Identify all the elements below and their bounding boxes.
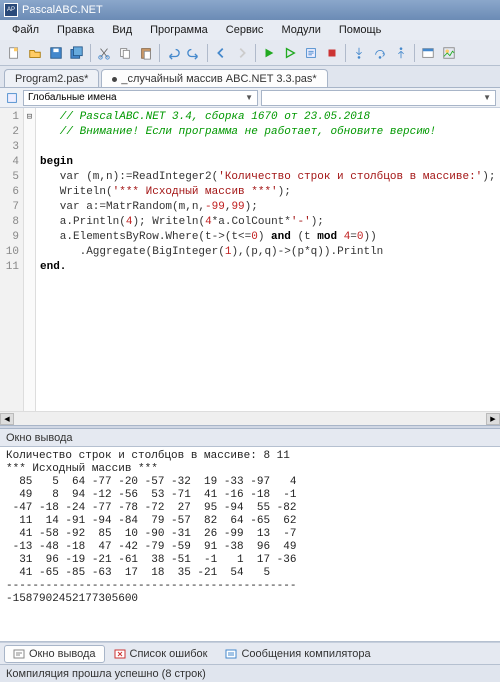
- step-over-icon[interactable]: [370, 43, 390, 63]
- form-designer-icon[interactable]: [418, 43, 438, 63]
- app-icon: AP: [4, 3, 18, 17]
- file-tab[interactable]: Program2.pas*: [4, 69, 99, 87]
- menu-program[interactable]: Программа: [142, 22, 216, 38]
- menu-file[interactable]: Файл: [4, 22, 47, 38]
- errors-icon: [114, 648, 126, 660]
- line-number-gutter: 1234567891011: [0, 108, 24, 411]
- code-editor[interactable]: 1234567891011 ⊟ // PascalABC.NET 3.4, сб…: [0, 108, 500, 411]
- nav-forward-icon[interactable]: [232, 43, 252, 63]
- bottom-tab-compiler[interactable]: Сообщения компилятора: [216, 645, 379, 663]
- window-title: PascalABC.NET: [22, 4, 103, 16]
- toolbar-separator: [207, 44, 208, 62]
- navigation-bar: Глобальные имена ▼ ▼: [0, 88, 500, 108]
- nav-back-icon[interactable]: [211, 43, 231, 63]
- undo-icon[interactable]: [163, 43, 183, 63]
- status-text: Компиляция прошла успешно (8 строк): [6, 668, 206, 680]
- output-title: Окно вывода: [6, 432, 73, 444]
- stop-icon[interactable]: [322, 43, 342, 63]
- compiler-icon: [225, 648, 237, 660]
- file-tab-active[interactable]: _случайный массив ABC.NET 3.3.pas*: [101, 69, 327, 87]
- toolbar-separator: [345, 44, 346, 62]
- scope-combo[interactable]: Глобальные имена ▼: [23, 90, 258, 106]
- cut-icon[interactable]: [94, 43, 114, 63]
- editor-h-scrollbar[interactable]: ◀ ▶: [0, 411, 500, 425]
- scroll-left-icon[interactable]: ◀: [0, 413, 14, 425]
- open-file-icon[interactable]: [25, 43, 45, 63]
- tab-label: Список ошибок: [130, 648, 208, 660]
- toolbar-separator: [414, 44, 415, 62]
- tab-label: _случайный массив ABC.NET 3.3.pas*: [121, 73, 316, 85]
- titlebar: AP PascalABC.NET: [0, 0, 500, 20]
- modified-dot-icon: [112, 77, 117, 82]
- draw-icon[interactable]: [439, 43, 459, 63]
- copy-icon[interactable]: [115, 43, 135, 63]
- file-tabs: Program2.pas* _случайный массив ABC.NET …: [0, 66, 500, 88]
- paste-icon[interactable]: [136, 43, 156, 63]
- save-icon[interactable]: [46, 43, 66, 63]
- compile-icon[interactable]: [301, 43, 321, 63]
- menu-service[interactable]: Сервис: [218, 22, 272, 38]
- fold-gutter[interactable]: ⊟: [24, 108, 36, 411]
- bottom-tab-output[interactable]: Окно вывода: [4, 645, 105, 663]
- run-icon[interactable]: [259, 43, 279, 63]
- chevron-down-icon: ▼: [245, 93, 253, 102]
- scroll-right-icon[interactable]: ▶: [486, 413, 500, 425]
- step-into-icon[interactable]: [349, 43, 369, 63]
- combo-value: Глобальные имена: [28, 92, 117, 103]
- toolbar-separator: [159, 44, 160, 62]
- menu-help[interactable]: Помощь: [331, 22, 390, 38]
- output-panel-header: Окно вывода: [0, 429, 500, 447]
- output-panel[interactable]: Количество строк и столбцов в массиве: 8…: [0, 447, 500, 642]
- menu-modules[interactable]: Модули: [273, 22, 328, 38]
- chevron-down-icon: ▼: [483, 93, 491, 102]
- bottom-tabs: Окно вывода Список ошибок Сообщения комп…: [0, 642, 500, 664]
- save-all-icon[interactable]: [67, 43, 87, 63]
- code-area[interactable]: // PascalABC.NET 3.4, сборка 1670 от 23.…: [36, 108, 500, 411]
- run-no-debug-icon[interactable]: [280, 43, 300, 63]
- statusbar: Компиляция прошла успешно (8 строк): [0, 664, 500, 682]
- toolbar-separator: [90, 44, 91, 62]
- member-combo[interactable]: ▼: [261, 90, 496, 106]
- tab-label: Program2.pas*: [15, 73, 88, 85]
- redo-icon[interactable]: [184, 43, 204, 63]
- output-icon: [13, 648, 25, 660]
- nav-icon[interactable]: [4, 90, 20, 106]
- menu-edit[interactable]: Правка: [49, 22, 102, 38]
- tab-label: Сообщения компилятора: [241, 648, 370, 660]
- step-out-icon[interactable]: [391, 43, 411, 63]
- tab-label: Окно вывода: [29, 648, 96, 660]
- new-file-icon[interactable]: [4, 43, 24, 63]
- toolbar-separator: [255, 44, 256, 62]
- bottom-tab-errors[interactable]: Список ошибок: [105, 645, 217, 663]
- menubar: Файл Правка Вид Программа Сервис Модули …: [0, 20, 500, 40]
- menu-view[interactable]: Вид: [104, 22, 140, 38]
- toolbar: [0, 40, 500, 66]
